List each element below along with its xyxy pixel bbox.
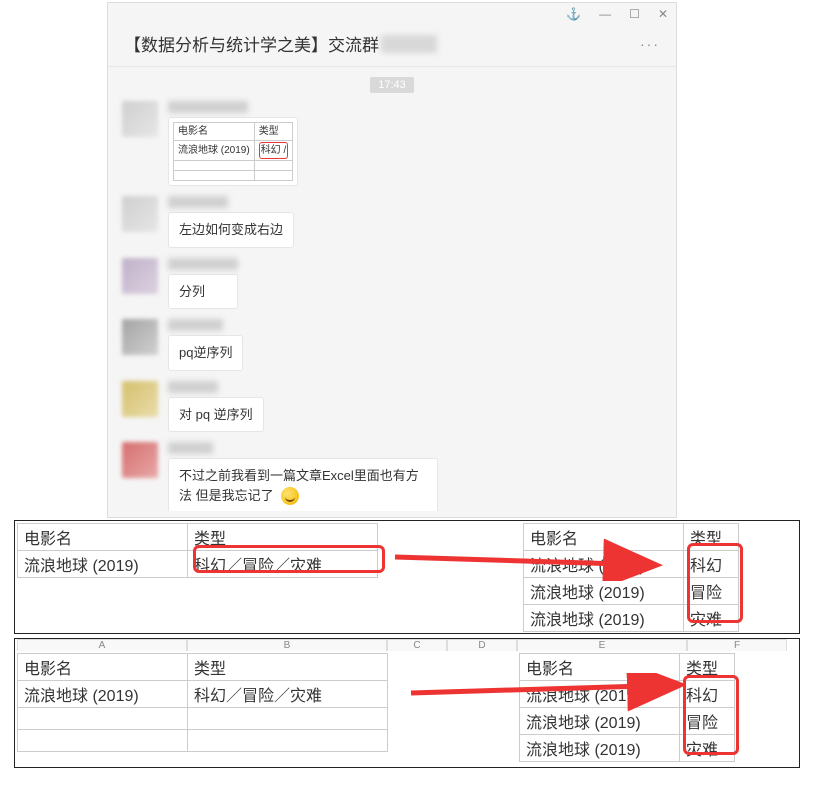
diagram-zone: 电影名 类型 流浪地球 (2019) 科幻／冒险／灾难 电影名 类型 流浪地球 … xyxy=(14,520,800,772)
cell-type1: 科幻 xyxy=(684,551,739,578)
message-row: 左边如何变成右边 xyxy=(122,196,662,248)
diagram-block-bottom: A B C D E F 电影名 类型 流浪地球 (2019) 科幻／冒险／灾难 … xyxy=(14,638,800,768)
chat-title-redacted xyxy=(381,35,437,53)
mini-header-movie: 电影名 xyxy=(174,123,255,141)
close-icon[interactable]: ✕ xyxy=(658,7,668,21)
text-bubble[interactable]: 不过之前我看到一篇文章Excel里面也有方法 但是我忘记了 xyxy=(168,458,438,511)
col-letter: F xyxy=(687,639,787,651)
timestamp-text: 17:43 xyxy=(370,77,414,93)
cell-header-movie: 电影名 xyxy=(524,524,684,551)
message-row: pq逆序列 xyxy=(122,319,662,371)
cell-header-type: 类型 xyxy=(684,524,739,551)
avatar[interactable] xyxy=(122,442,158,478)
more-icon[interactable]: ··· xyxy=(640,36,660,52)
bubble-text: 不过之前我看到一篇文章Excel里面也有方法 但是我忘记了 xyxy=(179,468,419,503)
target-table-2: 电影名 类型 流浪地球 (2019) 科幻／冒险／灾难 xyxy=(17,653,388,752)
cell-header-movie: 电影名 xyxy=(520,654,680,681)
maximize-icon[interactable]: ☐ xyxy=(629,7,640,21)
cell-type-combined: 科幻／冒险／灾难 xyxy=(188,551,378,578)
avatar[interactable] xyxy=(122,196,158,232)
col-letter: C xyxy=(387,639,447,651)
col-letter: A xyxy=(17,639,187,651)
cell-movie: 流浪地球 (2019) xyxy=(18,551,188,578)
sender-redacted xyxy=(168,442,213,454)
message-row: 电影名 类型 流浪地球 (2019) 科幻 / xyxy=(122,101,662,186)
col-letter: B xyxy=(187,639,387,651)
cell-type2: 冒险 xyxy=(684,578,739,605)
sender-redacted xyxy=(168,381,218,393)
cell-movie: 流浪地球 (2019) xyxy=(18,681,188,708)
cell-movie: 流浪地球 (2019) xyxy=(524,551,684,578)
chat-header: 【数据分析与统计学之美】交流群 ··· xyxy=(108,25,676,67)
pin-icon[interactable]: ⚓ xyxy=(566,7,581,21)
avatar[interactable] xyxy=(122,258,158,294)
mini-cell-movie: 流浪地球 (2019) xyxy=(174,141,255,161)
cell-type2: 冒险 xyxy=(680,708,735,735)
cell-type3: 灾难 xyxy=(684,605,739,632)
col-letters-row: A B C D E F xyxy=(17,639,787,651)
chat-body: 17:43 电影名 类型 流浪地球 (2019) 科幻 / xyxy=(108,67,676,511)
avatar[interactable] xyxy=(122,319,158,355)
cell-header-type: 类型 xyxy=(188,654,388,681)
cell-movie: 流浪地球 (2019) xyxy=(520,708,680,735)
cell-type-combined: 科幻／冒险／灾难 xyxy=(188,681,388,708)
col-letter: E xyxy=(517,639,687,651)
cell-movie: 流浪地球 (2019) xyxy=(520,735,680,762)
chat-window: ⚓ — ☐ ✕ 【数据分析与统计学之美】交流群 ··· 17:43 电影名 xyxy=(107,2,677,518)
timestamp: 17:43 xyxy=(122,75,662,91)
sender-redacted xyxy=(168,319,223,331)
target-table: 电影名 类型 流浪地球 (2019) 科幻 流浪地球 (2019) 冒险 流浪地… xyxy=(523,523,739,632)
cell-header-type: 类型 xyxy=(680,654,735,681)
cell-type1: 科幻 xyxy=(680,681,735,708)
cell-header-type: 类型 xyxy=(188,524,378,551)
sender-redacted xyxy=(168,101,248,113)
col-letter: D xyxy=(447,639,517,651)
cell-header-movie: 电影名 xyxy=(18,654,188,681)
emoji-icon xyxy=(281,487,299,505)
cell-movie: 流浪地球 (2019) xyxy=(524,578,684,605)
message-row: 对 pq 逆序列 xyxy=(122,381,662,433)
chat-title: 【数据分析与统计学之美】交流群 xyxy=(124,31,379,56)
text-bubble[interactable]: 左边如何变成右边 xyxy=(168,212,294,248)
cell-movie: 流浪地球 (2019) xyxy=(520,681,680,708)
mini-header-type: 类型 xyxy=(254,123,293,141)
source-table-2: 电影名 类型 流浪地球 (2019) 科幻 流浪地球 (2019) 冒险 流浪地… xyxy=(519,653,735,762)
sender-redacted xyxy=(168,196,228,208)
sender-redacted xyxy=(168,258,238,270)
avatar[interactable] xyxy=(122,381,158,417)
message-row: 不过之前我看到一篇文章Excel里面也有方法 但是我忘记了 xyxy=(122,442,662,511)
cell-movie: 流浪地球 (2019) xyxy=(524,605,684,632)
cell-header-movie: 电影名 xyxy=(18,524,188,551)
window-titlebar: ⚓ — ☐ ✕ xyxy=(108,3,676,25)
mini-cell-type: 科幻 / xyxy=(254,141,293,161)
image-bubble[interactable]: 电影名 类型 流浪地球 (2019) 科幻 / xyxy=(168,117,298,186)
window-controls: ⚓ — ☐ ✕ xyxy=(566,7,668,21)
cell-type3: 灾难 xyxy=(680,735,735,762)
minimize-icon[interactable]: — xyxy=(599,7,611,21)
source-table: 电影名 类型 流浪地球 (2019) 科幻／冒险／灾难 xyxy=(17,523,378,578)
mini-excel-preview: 电影名 类型 流浪地球 (2019) 科幻 / xyxy=(173,122,293,181)
text-bubble[interactable]: 对 pq 逆序列 xyxy=(168,397,264,433)
text-bubble[interactable]: 分列 xyxy=(168,274,238,310)
diagram-block-top: 电影名 类型 流浪地球 (2019) 科幻／冒险／灾难 电影名 类型 流浪地球 … xyxy=(14,520,800,634)
message-row: 分列 xyxy=(122,258,662,310)
avatar[interactable] xyxy=(122,101,158,137)
text-bubble[interactable]: pq逆序列 xyxy=(168,335,243,371)
